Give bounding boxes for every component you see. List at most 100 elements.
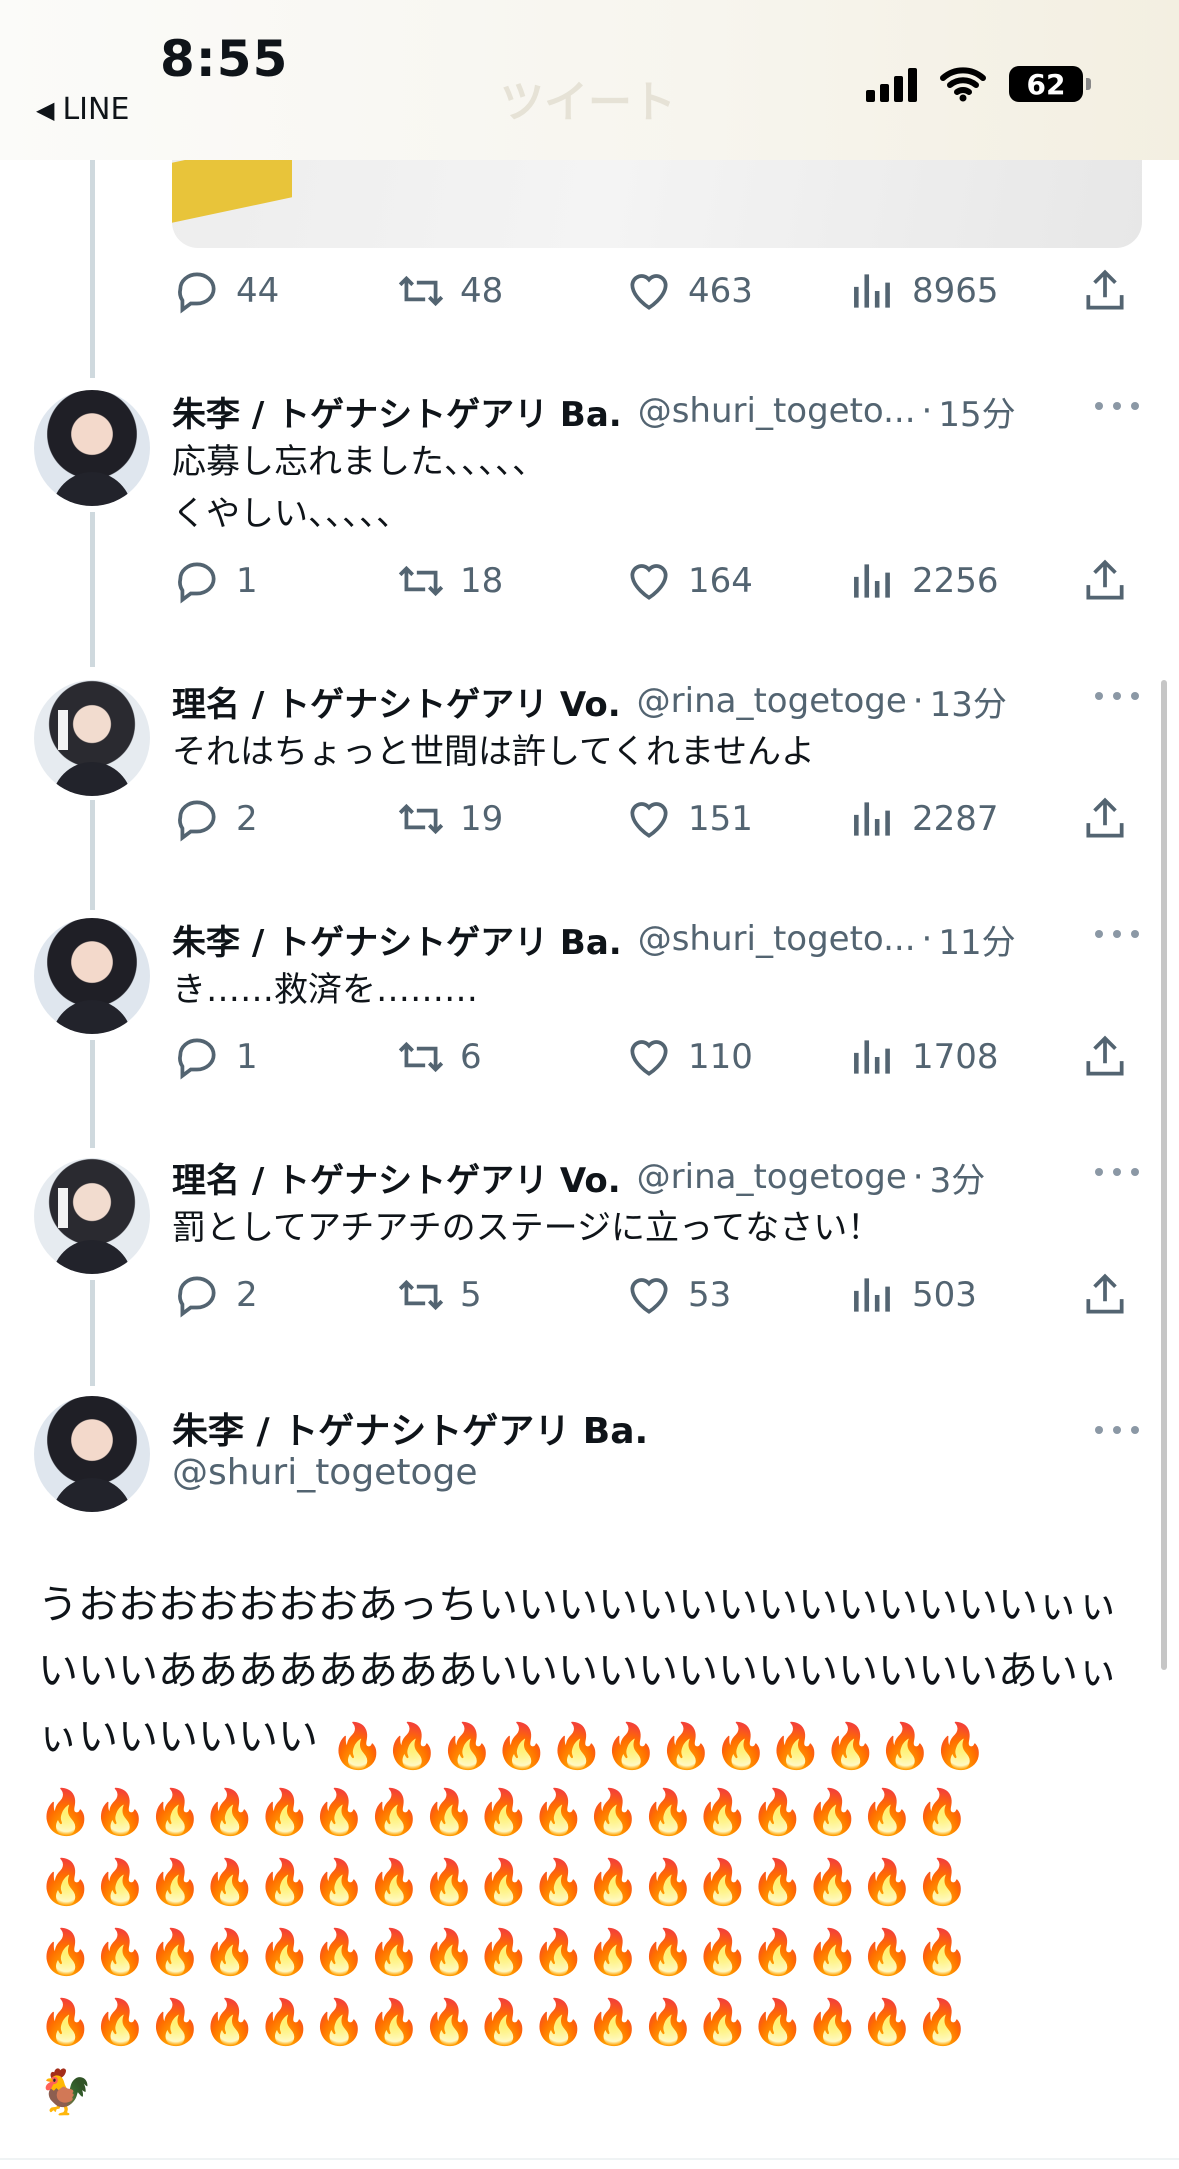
retweet-icon	[398, 565, 444, 597]
views-button[interactable]: 2256	[848, 556, 999, 606]
status-indicators: 62	[866, 66, 1091, 102]
views-count: 1708	[912, 1037, 999, 1077]
retweet-button[interactable]: 6	[396, 1032, 482, 1082]
heart-icon	[630, 1040, 668, 1076]
heart-icon	[630, 564, 668, 600]
thread-connector	[90, 1040, 95, 1148]
tweet-text: 罰としてアチアチのステージに立ってなさい！	[172, 1202, 1142, 1254]
views-button[interactable]: 2287	[848, 794, 999, 844]
share-button[interactable]	[1080, 556, 1130, 606]
reply-button[interactable]: 1	[172, 556, 258, 606]
retweet-button[interactable]: 19	[396, 794, 503, 844]
chicken-emoji: 🐓	[38, 2067, 93, 2118]
avatar[interactable]	[34, 918, 150, 1034]
thread-connector	[90, 800, 95, 910]
avatar[interactable]	[34, 390, 150, 506]
share-button[interactable]	[1080, 1032, 1130, 1082]
divider	[0, 2158, 1179, 2160]
heart-icon	[630, 802, 668, 838]
like-button[interactable]: 164	[624, 556, 753, 606]
tweet-text-line: 罰としてアチアチのステージに立ってなさい！	[172, 1208, 882, 1248]
fire-emoji-line: 🔥🔥🔥🔥🔥🔥🔥🔥🔥🔥🔥🔥	[330, 1721, 988, 1772]
views-button[interactable]: 1708	[848, 1032, 999, 1082]
tweet-actions: 2 5 53 503	[172, 1270, 1142, 1330]
display-name[interactable]: 理名 / トゲナシトゲアリ Vo.	[172, 1153, 621, 1202]
like-count: 53	[688, 1275, 732, 1315]
tweet-text: 応募し忘れました、、、、、 くやしい、、、、、	[172, 436, 1142, 540]
like-button[interactable]: 110	[624, 1032, 753, 1082]
more-options-icon[interactable]	[1095, 686, 1139, 706]
reply-icon	[178, 562, 216, 604]
fire-emoji-line: 🔥🔥🔥🔥🔥🔥🔥🔥🔥🔥🔥🔥🔥🔥🔥🔥🔥	[38, 1857, 970, 1908]
tweet-text-line: 応募し忘れました、、、、、	[172, 442, 546, 482]
like-count: 463	[688, 271, 753, 311]
display-name[interactable]: 朱李 / トゲナシトゲアリ Ba.	[172, 915, 622, 964]
share-icon	[1086, 269, 1124, 310]
user-handle[interactable]: @rina_togetoge	[637, 1157, 907, 1197]
wifi-icon	[940, 67, 986, 102]
timestamp[interactable]: 11分	[938, 915, 1015, 964]
display-name[interactable]: 理名 / トゲナシトゲアリ Vo.	[172, 677, 621, 726]
views-count: 2256	[912, 561, 999, 601]
tweet-text: き……救済を………	[172, 964, 1142, 1016]
share-button[interactable]	[1080, 266, 1130, 316]
tweet-text: それはちょっと世間は許してくれませんよ	[172, 726, 1142, 778]
like-button[interactable]: 463	[624, 266, 753, 316]
battery-icon: 62	[1009, 66, 1091, 102]
main-tweet-display-name[interactable]: 朱李 / トゲナシトゲアリ Ba.	[172, 1402, 648, 1454]
retweet-button[interactable]: 48	[396, 266, 503, 316]
user-handle[interactable]: @shuri_togeto...	[638, 391, 916, 431]
like-count: 151	[688, 799, 753, 839]
user-handle[interactable]: @rina_togetoge	[637, 681, 907, 721]
avatar[interactable]	[34, 680, 150, 796]
retweet-count: 48	[460, 271, 504, 311]
more-options-icon[interactable]	[1095, 1420, 1139, 1440]
timestamp[interactable]: 3分	[930, 1153, 986, 1202]
views-button[interactable]: 8965	[848, 266, 999, 316]
views-button[interactable]: 503	[848, 1270, 977, 1320]
separator-dot: ·	[921, 919, 933, 959]
user-handle[interactable]: @shuri_togeto...	[638, 919, 916, 959]
views-chart-icon	[854, 564, 890, 598]
back-to-line-link[interactable]: ◀ LINE	[36, 92, 129, 127]
reply-button[interactable]: 44	[172, 266, 279, 316]
share-button[interactable]	[1080, 794, 1130, 844]
scrollbar[interactable]	[1161, 680, 1167, 1670]
timestamp[interactable]: 13分	[930, 677, 1007, 726]
timestamp[interactable]: 15分	[938, 387, 1015, 436]
share-button[interactable]	[1080, 1270, 1130, 1320]
back-arrow-icon: ◀	[36, 95, 55, 124]
like-button[interactable]: 53	[624, 1270, 731, 1320]
reply-button[interactable]: 2	[172, 794, 258, 844]
retweet-button[interactable]: 5	[396, 1270, 482, 1320]
tweet-actions: 2 19 151 2287	[172, 794, 1142, 854]
tweet-header: 朱李 / トゲナシトゲアリ Ba. @shuri_togeto... · 11分	[172, 914, 1142, 964]
retweet-icon	[398, 803, 444, 835]
reply-button[interactable]: 1	[172, 1032, 258, 1082]
tweet-text-line: き……救済を………	[172, 970, 478, 1010]
like-button[interactable]: 151	[624, 794, 753, 844]
retweet-count: 18	[460, 561, 504, 601]
views-count: 503	[912, 1275, 977, 1315]
more-options-icon[interactable]	[1095, 1162, 1139, 1182]
more-options-icon[interactable]	[1095, 924, 1139, 944]
tweet-header: 朱李 / トゲナシトゲアリ Ba. @shuri_togeto... · 15分	[172, 386, 1142, 436]
tweet-actions: 1 18 164 2256	[172, 556, 1142, 616]
tweet-text-line: くやしい、、、、、	[172, 494, 410, 534]
reply-button[interactable]: 2	[172, 1270, 258, 1320]
share-icon	[1086, 1273, 1124, 1314]
main-tweet-handle[interactable]: @shuri_togetoge	[172, 1452, 477, 1493]
cellular-signal-icon	[866, 66, 917, 102]
views-chart-icon	[854, 274, 890, 308]
main-tweet-avatar[interactable]	[34, 1396, 150, 1512]
retweet-count: 5	[460, 1275, 482, 1315]
reply-count: 2	[236, 799, 258, 839]
more-options-icon[interactable]	[1095, 396, 1139, 416]
retweet-button[interactable]: 18	[396, 556, 503, 606]
fire-emoji-line: 🔥🔥🔥🔥🔥🔥🔥🔥🔥🔥🔥🔥🔥🔥🔥🔥🔥	[38, 1997, 970, 2048]
display-name[interactable]: 朱李 / トゲナシトゲアリ Ba.	[172, 387, 622, 436]
reply-icon	[178, 272, 216, 314]
avatar[interactable]	[34, 1158, 150, 1274]
separator-dot: ·	[912, 681, 924, 721]
like-count: 164	[688, 561, 753, 601]
